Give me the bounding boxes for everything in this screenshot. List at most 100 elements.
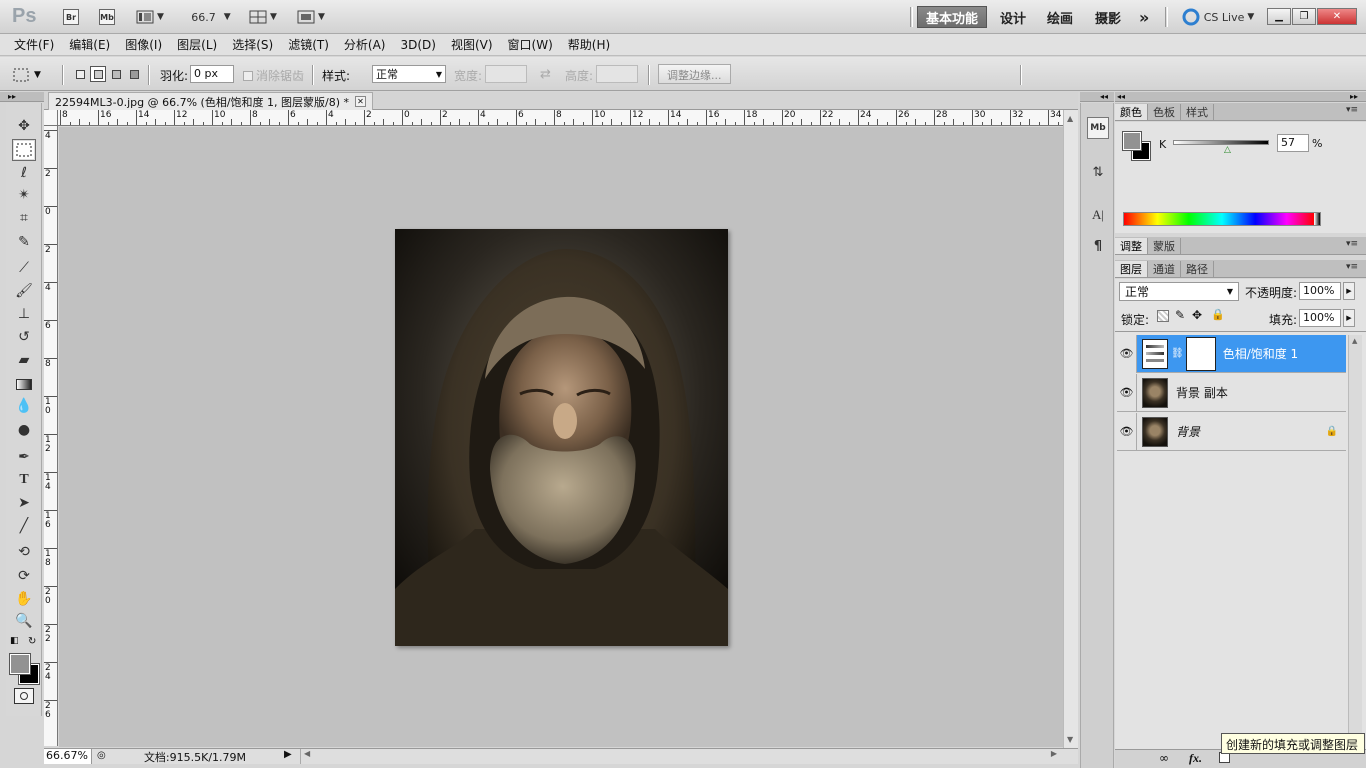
- menu-select[interactable]: 选择(S): [232, 36, 273, 53]
- style-select[interactable]: 正常 ▼: [372, 65, 446, 83]
- height-input[interactable]: [596, 65, 638, 83]
- type-tool-icon[interactable]: T: [12, 469, 36, 491]
- layer-row-hue-saturation[interactable]: 👁 ⛓ 色相/饱和度 1: [1117, 334, 1346, 373]
- opacity-arrow-icon[interactable]: ▶: [1343, 282, 1355, 300]
- feather-input[interactable]: 0 px: [190, 65, 234, 83]
- zoom-tool-icon[interactable]: 🔍: [12, 610, 36, 632]
- intersect-selection-icon[interactable]: [126, 66, 142, 82]
- layer-row-background[interactable]: 👁 背景 🔒: [1117, 412, 1346, 451]
- restore-button[interactable]: ❐: [1292, 8, 1316, 25]
- k-slider-thumb[interactable]: △: [1224, 145, 1231, 155]
- layers-scrollbar[interactable]: ▲: [1348, 335, 1362, 735]
- vertical-scrollbar[interactable]: ▲ ▼: [1063, 110, 1078, 748]
- ruler-vertical[interactable]: 4 2 0 2 4 6 8 10 12 14 16 18 20 22 24 26: [44, 126, 58, 746]
- workspace-essentials[interactable]: 基本功能: [917, 6, 988, 28]
- zoom-level-dropdown[interactable]: 66.7 ▼: [190, 7, 232, 27]
- bridge-button[interactable]: Br: [62, 7, 80, 27]
- clone-stamp-tool-icon[interactable]: ⊥: [12, 303, 36, 325]
- close-button[interactable]: ✕: [1317, 8, 1357, 25]
- tab-layers[interactable]: 图层: [1115, 261, 1148, 277]
- pen-tool-icon[interactable]: ✒: [12, 446, 36, 468]
- horizontal-scrollbar[interactable]: ◀ ▶: [300, 749, 1060, 764]
- dock-collapse-button[interactable]: ◂◂: [1080, 92, 1114, 102]
- hand-tool-icon[interactable]: ✋: [12, 588, 36, 610]
- magic-wand-tool-icon[interactable]: ✴: [12, 184, 36, 206]
- chain-link-icon[interactable]: ⛓: [1171, 348, 1184, 359]
- foreground-color-swatch[interactable]: [9, 653, 31, 675]
- tab-styles[interactable]: 样式: [1181, 104, 1214, 120]
- gradient-tool-icon[interactable]: [12, 373, 36, 395]
- color-spectrum-ramp[interactable]: [1123, 212, 1321, 226]
- panels-collapse-button[interactable]: ◂◂ ▸▸: [1115, 92, 1366, 102]
- menu-layer[interactable]: 图层(L): [177, 36, 217, 53]
- antialias-checkbox[interactable]: 消除锯齿: [243, 67, 304, 84]
- history-panel-icon[interactable]: ⇅: [1087, 161, 1109, 183]
- workspace-painting[interactable]: 绘画: [1039, 6, 1081, 28]
- blur-tool-icon[interactable]: 💧: [12, 395, 36, 417]
- menu-view[interactable]: 视图(V): [451, 36, 493, 53]
- tool-preset-picker[interactable]: ▼: [12, 65, 56, 85]
- minimize-button[interactable]: ▁: [1267, 8, 1291, 25]
- visibility-eye-icon[interactable]: 👁: [1117, 334, 1137, 373]
- menu-analysis[interactable]: 分析(A): [344, 36, 386, 53]
- visibility-eye-icon[interactable]: 👁: [1117, 373, 1137, 412]
- link-layers-icon[interactable]: ∞: [1159, 751, 1169, 765]
- minibridge-panel-icon[interactable]: Mb: [1087, 117, 1109, 139]
- status-info-icon[interactable]: ◎: [97, 750, 106, 761]
- tab-color[interactable]: 颜色: [1115, 104, 1148, 120]
- minibridge-button[interactable]: Mb: [98, 7, 116, 27]
- lasso-tool-icon[interactable]: ℓ: [12, 162, 36, 184]
- menu-3d[interactable]: 3D(D): [400, 38, 435, 52]
- panel-menu-icon[interactable]: ▾≡: [1346, 262, 1358, 272]
- k-value-input[interactable]: 57: [1277, 134, 1309, 152]
- paragraph-panel-icon[interactable]: ¶: [1087, 235, 1109, 257]
- default-colors-icon[interactable]: ◧: [10, 636, 19, 646]
- crop-tool-icon[interactable]: ⌗: [12, 207, 36, 229]
- subtract-selection-icon[interactable]: [108, 66, 124, 82]
- opacity-input[interactable]: 100%: [1299, 282, 1341, 300]
- eraser-tool-icon[interactable]: ▰: [12, 349, 36, 371]
- document-image[interactable]: [395, 229, 728, 646]
- more-workspaces-button[interactable]: »: [1131, 6, 1157, 28]
- view-extras-button[interactable]: ▼: [134, 7, 166, 27]
- workspace-design[interactable]: 设计: [992, 6, 1034, 28]
- ruler-origin[interactable]: [44, 110, 58, 126]
- zoom-status-field[interactable]: 66.67%: [44, 749, 92, 764]
- 3d-rotate-tool-icon[interactable]: ⟲: [12, 541, 36, 563]
- menu-file[interactable]: 文件(F): [14, 36, 54, 53]
- path-selection-tool-icon[interactable]: ➤: [12, 492, 36, 514]
- status-menu-arrow-icon[interactable]: ▶: [284, 749, 292, 760]
- workspace-photography[interactable]: 摄影: [1087, 6, 1129, 28]
- lock-all-icon[interactable]: 🔒: [1211, 308, 1225, 321]
- quick-mask-icon[interactable]: [14, 688, 34, 704]
- fill-arrow-icon[interactable]: ▶: [1343, 309, 1355, 327]
- close-document-icon[interactable]: ✕: [355, 96, 367, 107]
- layer-style-icon[interactable]: fx.: [1189, 751, 1202, 766]
- lock-transparency-icon[interactable]: [1157, 310, 1169, 322]
- tab-channels[interactable]: 通道: [1148, 261, 1181, 277]
- move-tool-icon[interactable]: ✥: [12, 115, 36, 137]
- cs-live-button[interactable]: CS Live ▼: [1180, 7, 1256, 27]
- screen-mode-button[interactable]: ▼: [294, 7, 328, 27]
- panel-menu-icon[interactable]: ▾≡: [1346, 239, 1358, 249]
- toolbox-collapse-button[interactable]: ▸▸: [0, 92, 44, 102]
- tab-swatches[interactable]: 色板: [1148, 104, 1181, 120]
- lock-pixels-icon[interactable]: ✎: [1175, 308, 1185, 322]
- ruler-horizontal[interactable]: 8 16 14 12 10 8 6 4 2 0 2 4 6 8 10 12 14 16 18 20 22 24 26 28 30…: [58, 110, 1064, 126]
- layer-row-background-copy[interactable]: 👁 背景 副本: [1117, 373, 1346, 412]
- brush-tool-icon[interactable]: 🖌: [12, 280, 36, 302]
- history-brush-tool-icon[interactable]: ↺: [12, 326, 36, 348]
- blend-mode-select[interactable]: 正常 ▼: [1119, 282, 1239, 301]
- width-input[interactable]: [485, 65, 527, 83]
- panel-menu-icon[interactable]: ▾≡: [1346, 105, 1358, 115]
- document-tab[interactable]: 22594ML3-0.jpg @ 66.7% (色相/饱和度 1, 图层蒙版/8…: [48, 92, 374, 110]
- visibility-eye-icon[interactable]: 👁: [1117, 412, 1137, 451]
- menu-window[interactable]: 窗口(W): [508, 36, 553, 53]
- add-selection-icon[interactable]: [90, 66, 106, 82]
- layer-mask-thumbnail[interactable]: [1185, 336, 1216, 371]
- menu-help[interactable]: 帮助(H): [568, 36, 610, 53]
- tab-paths[interactable]: 路径: [1181, 261, 1214, 277]
- arrange-documents-button[interactable]: ▼: [246, 7, 280, 27]
- panel-foreground-swatch[interactable]: [1122, 131, 1142, 151]
- eyedropper-tool-icon[interactable]: ✎: [12, 231, 36, 253]
